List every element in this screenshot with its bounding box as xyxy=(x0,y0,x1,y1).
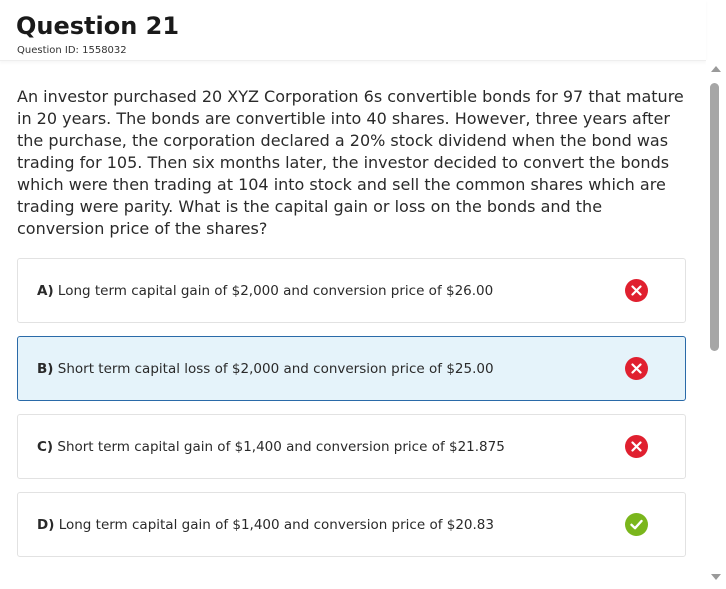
answer-choice-b[interactable]: B) Short term capital loss of $2,000 and… xyxy=(17,336,686,401)
choice-text: Long term capital gain of $2,000 and con… xyxy=(57,283,494,299)
scroll-up-arrow-icon[interactable] xyxy=(711,66,721,72)
choice-text: Long term capital gain of $1,400 and con… xyxy=(58,517,494,533)
page-title: Question 21 xyxy=(16,12,180,40)
question-id: Question ID: 1558032 xyxy=(17,45,127,56)
scrollbar-thumb[interactable] xyxy=(710,83,719,351)
x-circle-icon xyxy=(625,279,648,302)
scroll-down-arrow-icon[interactable] xyxy=(711,574,721,580)
choice-letter: C) xyxy=(37,439,54,455)
choice-text: Short term capital loss of $2,000 and co… xyxy=(57,361,494,377)
question-header: Question 21 Question ID: 1558032 xyxy=(0,0,706,61)
answer-choice-d[interactable]: D) Long term capital gain of $1,400 and … xyxy=(17,492,686,557)
check-circle-icon xyxy=(625,513,648,536)
choice-label: A) Long term capital gain of $2,000 and … xyxy=(37,283,493,299)
choice-label: C) Short term capital gain of $1,400 and… xyxy=(37,439,505,455)
choice-text: Short term capital gain of $1,400 and co… xyxy=(57,439,505,455)
answer-choice-c[interactable]: C) Short term capital gain of $1,400 and… xyxy=(17,414,686,479)
x-circle-icon xyxy=(625,357,648,380)
x-circle-icon xyxy=(625,435,648,458)
choice-letter: A) xyxy=(37,283,54,299)
vertical-scrollbar[interactable] xyxy=(706,60,726,589)
choice-letter: D) xyxy=(37,517,55,533)
choice-label: B) Short term capital loss of $2,000 and… xyxy=(37,361,494,377)
question-stem: An investor purchased 20 XYZ Corporation… xyxy=(17,87,684,238)
answer-choice-a[interactable]: A) Long term capital gain of $2,000 and … xyxy=(17,258,686,323)
choice-letter: B) xyxy=(37,361,54,377)
choice-label: D) Long term capital gain of $1,400 and … xyxy=(37,517,494,533)
